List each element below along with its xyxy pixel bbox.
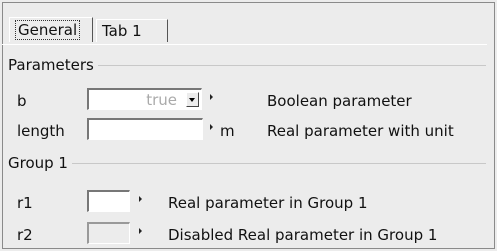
group-parameters: Parameters [8,55,486,77]
param-r2-input [87,222,130,244]
param-r1-input[interactable] [87,190,130,212]
param-b-select[interactable]: true [87,88,202,110]
tab-divider [2,44,487,45]
param-row-r2: r2 Disabled Real parameter in Group 1 [0,222,497,250]
menu-arrow-icon[interactable] [139,196,142,202]
tab-general[interactable]: General [9,17,93,42]
group-divider [8,163,486,164]
param-b-label: b [17,92,27,110]
menu-arrow-icon[interactable] [139,228,142,234]
tab-tab1[interactable]: Tab 1 [96,19,168,42]
param-b-value: true [146,91,177,109]
param-r2-description: Disabled Real parameter in Group 1 [168,226,438,244]
dropdown-arrow-icon[interactable] [186,92,199,107]
param-length-description: Real parameter with unit [267,122,454,140]
tab-bar: General Tab 1 [4,17,168,43]
param-length-unit: m [220,122,235,140]
param-row-r1: r1 Real parameter in Group 1 [0,190,497,218]
param-b-description: Boolean parameter [267,92,412,110]
param-row-b: b true Boolean parameter [0,88,497,116]
param-length-input[interactable] [87,118,203,140]
param-r1-label: r1 [17,194,33,212]
tab-general-label: General [15,20,81,40]
param-r2-label: r2 [17,226,33,244]
group-group1: Group 1 [8,153,486,175]
param-r1-description: Real parameter in Group 1 [168,194,368,212]
tab-tab1-label: Tab 1 [102,22,142,40]
menu-arrow-icon[interactable] [210,124,213,130]
param-length-label: length [17,122,65,140]
group-parameters-title: Parameters [8,55,98,75]
menu-arrow-icon[interactable] [210,94,213,100]
group-group1-title: Group 1 [8,153,72,173]
param-row-length: length m Real parameter with unit [0,118,497,146]
